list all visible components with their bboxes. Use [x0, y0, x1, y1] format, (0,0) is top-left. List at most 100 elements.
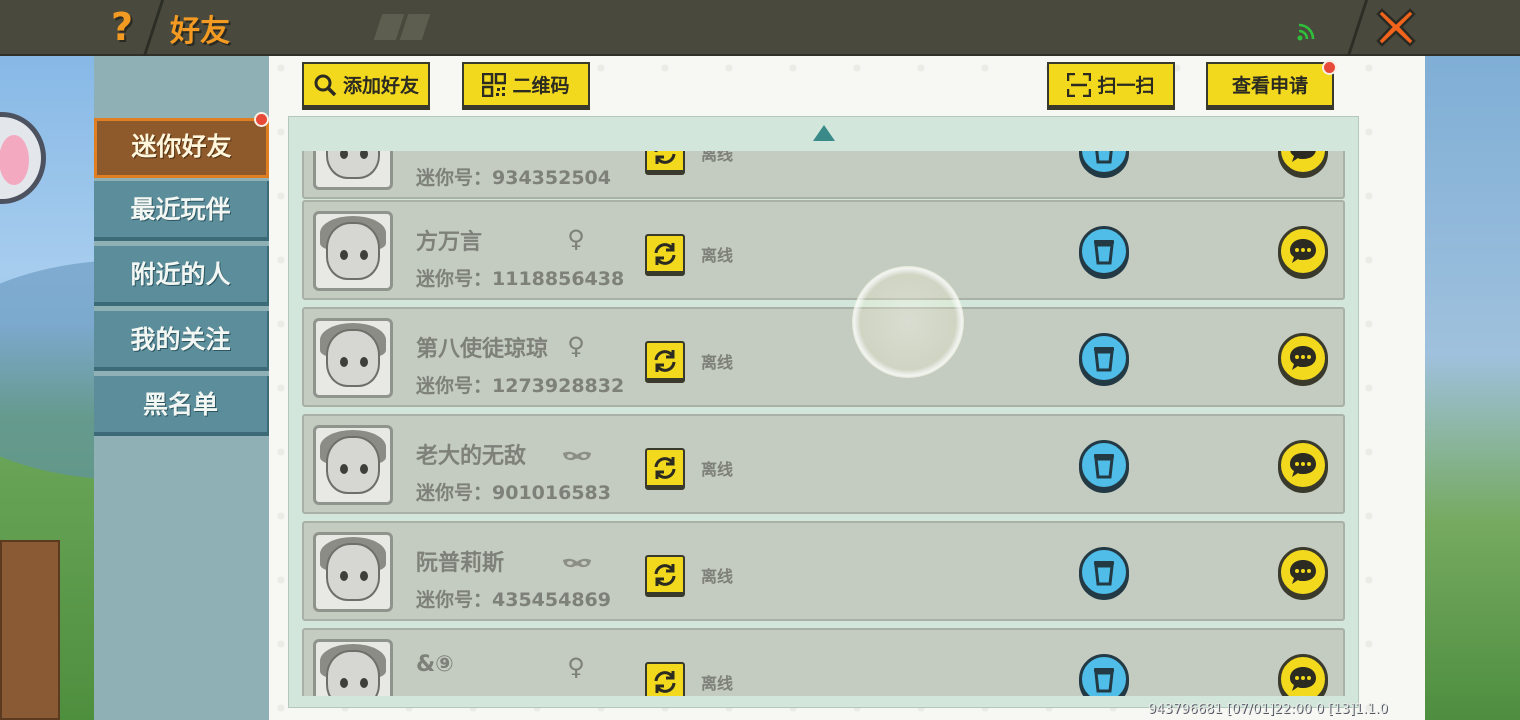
button-label: 查看申请 — [1231, 75, 1308, 97]
mini-id-value: 435454869 — [492, 589, 611, 611]
mini-id-value: 1118856438 — [492, 268, 625, 290]
mini-id-label: 迷你号： — [416, 482, 493, 504]
female-icon: ♀ — [567, 225, 585, 253]
chat-button[interactable] — [1278, 547, 1328, 597]
friend-row[interactable]: 阮普莉斯 迷你号：435454869 离线 — [302, 521, 1345, 621]
refresh-icon — [654, 563, 676, 586]
friend-name: 第八使徒琼琼 — [416, 337, 549, 362]
mini-id-value: 901016583 — [492, 482, 611, 504]
close-icon[interactable] — [1374, 4, 1418, 50]
friend-avatar[interactable] — [313, 151, 393, 190]
trash-icon — [1095, 151, 1113, 164]
delete-friend-button[interactable] — [1079, 440, 1129, 490]
refresh-icon — [654, 456, 676, 479]
notification-badge — [254, 112, 269, 127]
mini-id-label: 迷你号： — [416, 167, 493, 189]
wifi-signal-icon — [1297, 23, 1315, 41]
friend-row[interactable]: 方万言 ♀ 迷你号：1118856438 离线 — [302, 200, 1345, 300]
divider — [1346, 0, 1369, 56]
refresh-button[interactable] — [645, 662, 685, 696]
trash-icon — [1094, 240, 1114, 265]
help-icon[interactable]: ? — [104, 6, 140, 48]
friend-avatar[interactable] — [313, 639, 393, 696]
tab-label: 黑名单 — [142, 390, 218, 419]
chat-bubble-icon — [1290, 453, 1316, 477]
refresh-icon — [654, 242, 676, 265]
tab-label: 附近的人 — [130, 260, 231, 289]
friend-avatar[interactable] — [313, 425, 393, 505]
chat-button[interactable] — [1278, 654, 1328, 696]
friend-row[interactable]: 迷你号：934352504 离线 — [302, 151, 1345, 199]
refresh-icon — [654, 670, 676, 693]
chat-bubble-icon — [1290, 667, 1316, 691]
scan-button[interactable]: 扫一扫 — [1047, 62, 1175, 110]
add-friend-button[interactable]: 添加好友 — [302, 62, 430, 110]
tab-my-follows[interactable]: 我的关注 — [94, 311, 269, 371]
delete-friend-button[interactable] — [1079, 654, 1129, 696]
online-status: 离线 — [701, 246, 734, 265]
chat-bubble-icon — [1290, 560, 1316, 584]
mini-id-label: 迷你号： — [416, 268, 493, 290]
refresh-button[interactable] — [645, 448, 685, 490]
top-bar: ? 好友 — [0, 0, 1520, 56]
tab-label: 迷你好友 — [131, 132, 232, 161]
sidebar: 迷你好友 最近玩伴 附近的人 我的关注 黑名单 — [94, 56, 269, 720]
friend-list-viewport[interactable]: 迷你号：934352504 离线 方万言 ♀ 迷你号：1118856438 离线 第八使徒琼… — [289, 151, 1360, 696]
delete-friend-button[interactable] — [1079, 547, 1129, 597]
mini-id: 迷你号：1273928832 — [416, 371, 624, 398]
friend-list[interactable]: 迷你号：934352504 离线 方万言 ♀ 迷你号：1118856438 离线 第八使徒琼… — [288, 116, 1359, 708]
mini-id: 迷你号：934352504 — [416, 163, 611, 190]
female-icon: ♀ — [567, 653, 585, 681]
tab-recent-playmates[interactable]: 最近玩伴 — [94, 181, 269, 241]
version-info: 943796681 [07/01]22:00 0 [13]1.1.0 — [1148, 702, 1388, 717]
online-status: 离线 — [701, 460, 734, 479]
mask-icon — [563, 451, 591, 461]
trash-icon — [1094, 561, 1114, 586]
chat-bubble-icon — [1290, 239, 1316, 263]
chat-button[interactable] — [1278, 333, 1328, 383]
scroll-up-icon[interactable] — [813, 125, 835, 141]
delete-friend-button[interactable] — [1079, 151, 1129, 175]
friend-row[interactable]: &⑨ ♀ 迷你号： 离线 — [302, 628, 1345, 696]
chat-button[interactable] — [1278, 151, 1328, 175]
mini-id-value: 934352504 — [492, 167, 611, 189]
trash-icon — [1094, 347, 1114, 372]
decorative-tabs — [373, 14, 431, 40]
mini-id-value: 1273928832 — [492, 375, 625, 397]
friend-avatar[interactable] — [313, 532, 393, 612]
friend-name: 老大的无敌 — [416, 444, 527, 469]
tab-nearby-people[interactable]: 附近的人 — [94, 246, 269, 306]
mini-id-label: 迷你号： — [416, 589, 493, 611]
friend-row[interactable]: 老大的无敌迷你号：901016583 离线 — [302, 414, 1345, 514]
trash-icon — [1094, 454, 1114, 479]
notification-badge — [1322, 60, 1337, 75]
friends-panel: 迷你好友 最近玩伴 附近的人 我的关注 黑名单 添加好友 二维码 扫一扫 查看申… — [94, 56, 1425, 720]
refresh-icon — [654, 151, 676, 164]
view-requests-button[interactable]: 查看申请 — [1206, 62, 1334, 110]
qr-code-button[interactable]: 二维码 — [462, 62, 590, 110]
friend-name: 阮普莉斯 — [416, 551, 505, 576]
refresh-button[interactable] — [645, 341, 685, 383]
tab-label: 最近玩伴 — [130, 195, 231, 224]
tab-label: 我的关注 — [130, 325, 231, 354]
divider — [142, 0, 165, 56]
refresh-button[interactable] — [645, 151, 685, 175]
delete-friend-button[interactable] — [1079, 226, 1129, 276]
delete-friend-button[interactable] — [1079, 333, 1129, 383]
trash-icon — [1094, 668, 1114, 693]
scenery-edge — [1425, 56, 1520, 720]
friend-avatar[interactable] — [313, 318, 393, 398]
refresh-button[interactable] — [645, 234, 685, 276]
tab-mini-friends[interactable]: 迷你好友 — [94, 118, 269, 178]
mini-id: 迷你号：435454869 — [416, 585, 611, 612]
friend-row[interactable]: 第八使徒琼琼 ♀ 迷你号：1273928832 离线 — [302, 307, 1345, 407]
mini-id: 迷你号：1118856438 — [416, 264, 624, 291]
chat-button[interactable] — [1278, 226, 1328, 276]
tab-blacklist[interactable]: 黑名单 — [94, 376, 269, 436]
friend-avatar[interactable] — [313, 211, 393, 291]
chat-button[interactable] — [1278, 440, 1328, 490]
scan-icon — [1067, 72, 1092, 97]
online-status: 离线 — [701, 151, 734, 164]
refresh-button[interactable] — [645, 555, 685, 597]
friend-name: &⑨ — [416, 652, 454, 677]
